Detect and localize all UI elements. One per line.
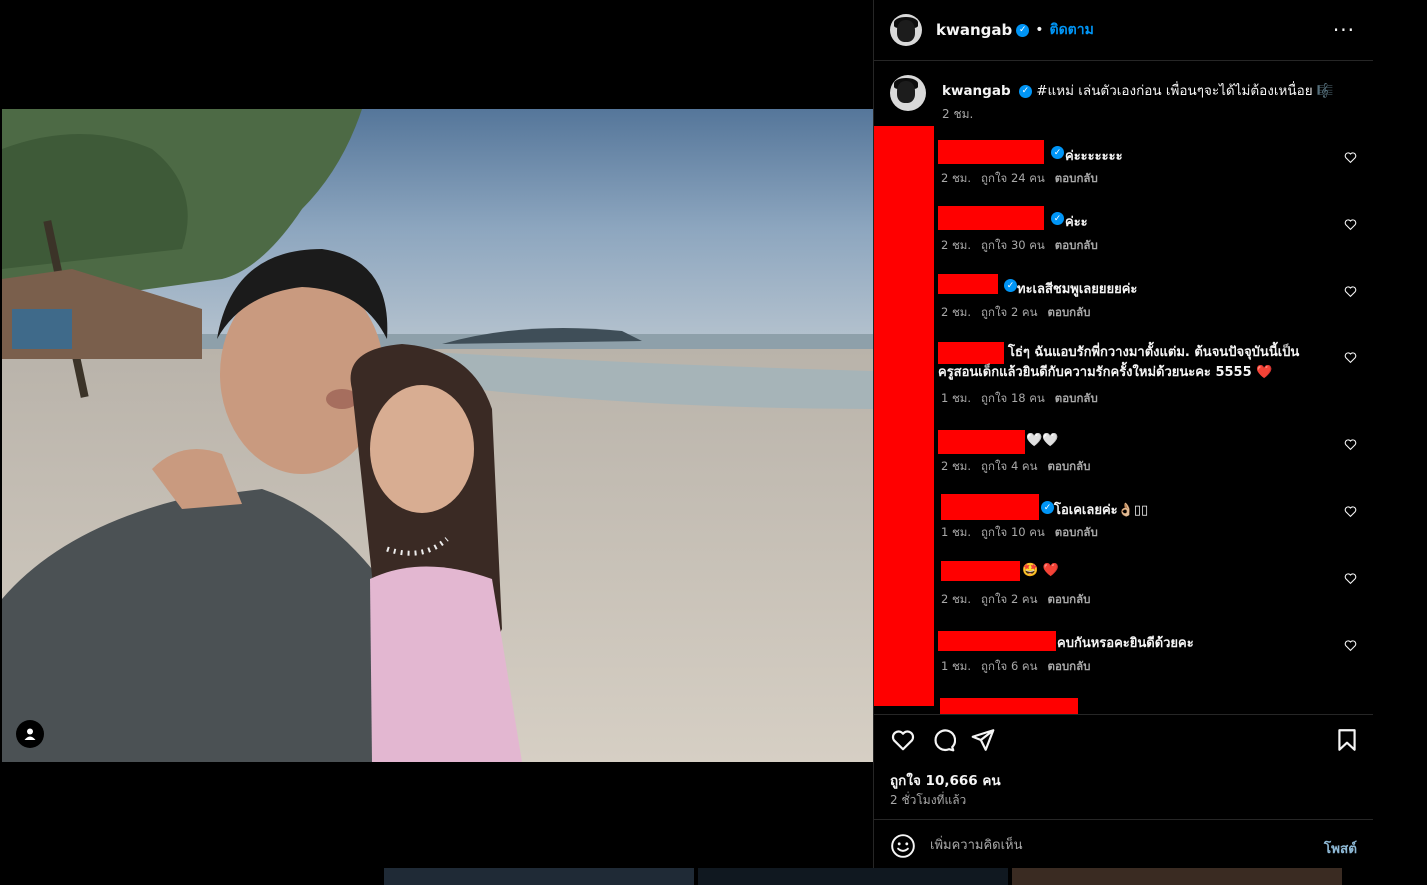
- share-send-icon[interactable]: [970, 727, 996, 753]
- comment-time: 1 ชม.: [941, 659, 972, 673]
- comment-meta: 2 ชม. ถูกใจ 30 คน ตอบกลับ: [941, 237, 1108, 255]
- comment-time: 2 ชม.: [941, 171, 972, 185]
- author-avatar[interactable]: [890, 14, 922, 46]
- reply-button[interactable]: ตอบกลับ: [1047, 305, 1090, 319]
- comment-likes[interactable]: ถูกใจ 4 คน: [981, 459, 1037, 473]
- caption-time: 2 ชม.: [942, 107, 974, 121]
- redacted-username: [938, 206, 1044, 230]
- instagram-post-modal: kwangab ✓ • ติดตาม ··· kwangab ✓ #แหม่ เ…: [0, 0, 1427, 885]
- redacted-username: [940, 698, 1078, 714]
- comment-likes[interactable]: ถูกใจ 6 คน: [981, 659, 1037, 673]
- beach-selfie-image: [2, 109, 873, 762]
- redacted-username: [938, 631, 1056, 651]
- comment-meta: 1 ชม. ถูกใจ 6 คน ตอบกลับ: [941, 658, 1100, 676]
- redacted-username: [938, 430, 1025, 454]
- separator-dot: •: [1035, 22, 1044, 38]
- post-header: kwangab ✓ • ติดตาม ···: [874, 0, 1373, 61]
- caption-author-avatar[interactable]: [890, 75, 926, 111]
- like-comment-heart-icon[interactable]: [1344, 438, 1357, 451]
- caption-body: #แหม่ เล่นตัวเองก่อน เพื่อนๆจะได้ไม่ต้อง…: [1036, 83, 1334, 99]
- tagged-users-button[interactable]: [16, 720, 44, 748]
- comment-text: ค่ะะะะะะะ: [1065, 149, 1123, 164]
- comment-likes[interactable]: ถูกใจ 18 คน: [981, 391, 1045, 405]
- verified-icon: ✓: [1041, 501, 1054, 514]
- comment-time: 2 ชม.: [941, 238, 972, 252]
- like-comment-heart-icon[interactable]: [1344, 639, 1357, 652]
- post-timestamp: 2 ชั่วโมงที่แล้ว: [890, 793, 967, 807]
- verified-icon: ✓: [1051, 146, 1064, 159]
- likes-count[interactable]: ถูกใจ 10,666 คน: [890, 769, 1001, 791]
- comment-meta: 1 ชม. ถูกใจ 10 คน ตอบกลับ: [941, 524, 1108, 542]
- comment-likes[interactable]: ถูกใจ 30 คน: [981, 238, 1045, 252]
- comment-text: 🤍🤍: [1026, 433, 1059, 448]
- divider: [874, 714, 1373, 715]
- reply-button[interactable]: ตอบกลับ: [1047, 659, 1090, 673]
- comment-likes[interactable]: ถูกใจ 10 คน: [981, 525, 1045, 539]
- reply-button[interactable]: ตอบกลับ: [1047, 592, 1090, 606]
- reply-button[interactable]: ตอบกลับ: [1055, 238, 1098, 252]
- post-photo[interactable]: [2, 109, 873, 762]
- caption-text: kwangab ✓ #แหม่ เล่นตัวเองก่อน เพื่อนๆจะ…: [942, 79, 1334, 101]
- comment-text: โธ่ๆ ฉันแอบรักพี่กวางมาตั้งแต่ม. ต้นจนปั…: [938, 345, 1300, 380]
- emoji-icon[interactable]: [890, 833, 916, 859]
- caption-username[interactable]: kwangab: [942, 83, 1011, 99]
- comment-meta: 2 ชม. ถูกใจ 24 คน ตอบกลับ: [941, 170, 1108, 188]
- author-username[interactable]: kwangab: [936, 21, 1012, 39]
- redacted-avatars: [874, 126, 934, 706]
- comment-likes[interactable]: ถูกใจ 24 คน: [981, 171, 1045, 185]
- user-icon: [24, 728, 36, 740]
- comment-time: 2 ชม.: [941, 592, 972, 606]
- like-comment-heart-icon[interactable]: [1344, 505, 1357, 518]
- like-heart-icon[interactable]: [890, 727, 916, 753]
- verified-icon: ✓: [1004, 279, 1017, 292]
- like-comment-heart-icon[interactable]: [1344, 351, 1357, 364]
- redacted-username: [938, 140, 1044, 164]
- comment-text: 🤩 ❤️: [1022, 563, 1059, 578]
- like-comment-heart-icon[interactable]: [1344, 285, 1357, 298]
- comment-input[interactable]: [930, 834, 1290, 856]
- save-bookmark-icon[interactable]: [1334, 727, 1360, 753]
- like-comment-heart-icon[interactable]: [1344, 218, 1357, 231]
- comment-bubble-icon[interactable]: [930, 727, 956, 753]
- comment-text: ค่ะะ: [1065, 215, 1088, 230]
- background-feed-strip: [70, 868, 1350, 885]
- comment-text: โอเคเลยค่ะ👌🏼▯▯: [1054, 503, 1149, 518]
- comment-time: 2 ชม.: [941, 305, 972, 319]
- redacted-username: [938, 274, 998, 294]
- comment-time: 2 ชม.: [941, 459, 972, 473]
- comment-text: คบกันหรอคะยินดีด้วยคะ: [1057, 636, 1194, 651]
- comment-text: ทะเลสีชมพูเลยยยยค่ะ: [1017, 282, 1138, 297]
- post-side-panel: kwangab ✓ • ติดตาม ··· kwangab ✓ #แหม่ เ…: [873, 0, 1373, 885]
- comment-meta: 2 ชม. ถูกใจ 2 คน ตอบกลับ: [941, 304, 1100, 322]
- post-comment-button[interactable]: โพสต์: [1324, 837, 1357, 859]
- redacted-username: [941, 494, 1039, 520]
- add-comment-bar: โพสต์: [874, 819, 1373, 871]
- redacted-username: [941, 561, 1020, 581]
- comment-likes[interactable]: ถูกใจ 2 คน: [981, 305, 1037, 319]
- verified-icon: ✓: [1018, 84, 1032, 98]
- more-options-icon[interactable]: ···: [1333, 18, 1355, 42]
- like-comment-heart-icon[interactable]: [1344, 151, 1357, 164]
- comment-meta: 2 ชม. ถูกใจ 2 คน ตอบกลับ: [941, 591, 1100, 609]
- reply-button[interactable]: ตอบกลับ: [1055, 171, 1098, 185]
- verified-icon: ✓: [1016, 23, 1030, 37]
- comment-time: 1 ชม.: [941, 525, 972, 539]
- reply-button[interactable]: ตอบกลับ: [1055, 525, 1098, 539]
- reply-button[interactable]: ตอบกลับ: [1055, 391, 1098, 405]
- comment-meta: 2 ชม. ถูกใจ 4 คน ตอบกลับ: [941, 458, 1100, 476]
- like-comment-heart-icon[interactable]: [1344, 572, 1357, 585]
- reply-button[interactable]: ตอบกลับ: [1047, 459, 1090, 473]
- comment-meta: 1 ชม. ถูกใจ 18 คน ตอบกลับ: [941, 390, 1108, 408]
- comment-time: 1 ชม.: [941, 391, 972, 405]
- verified-icon: ✓: [1051, 212, 1064, 225]
- follow-button[interactable]: ติดตาม: [1050, 19, 1094, 41]
- comment-likes[interactable]: ถูกใจ 2 คน: [981, 592, 1037, 606]
